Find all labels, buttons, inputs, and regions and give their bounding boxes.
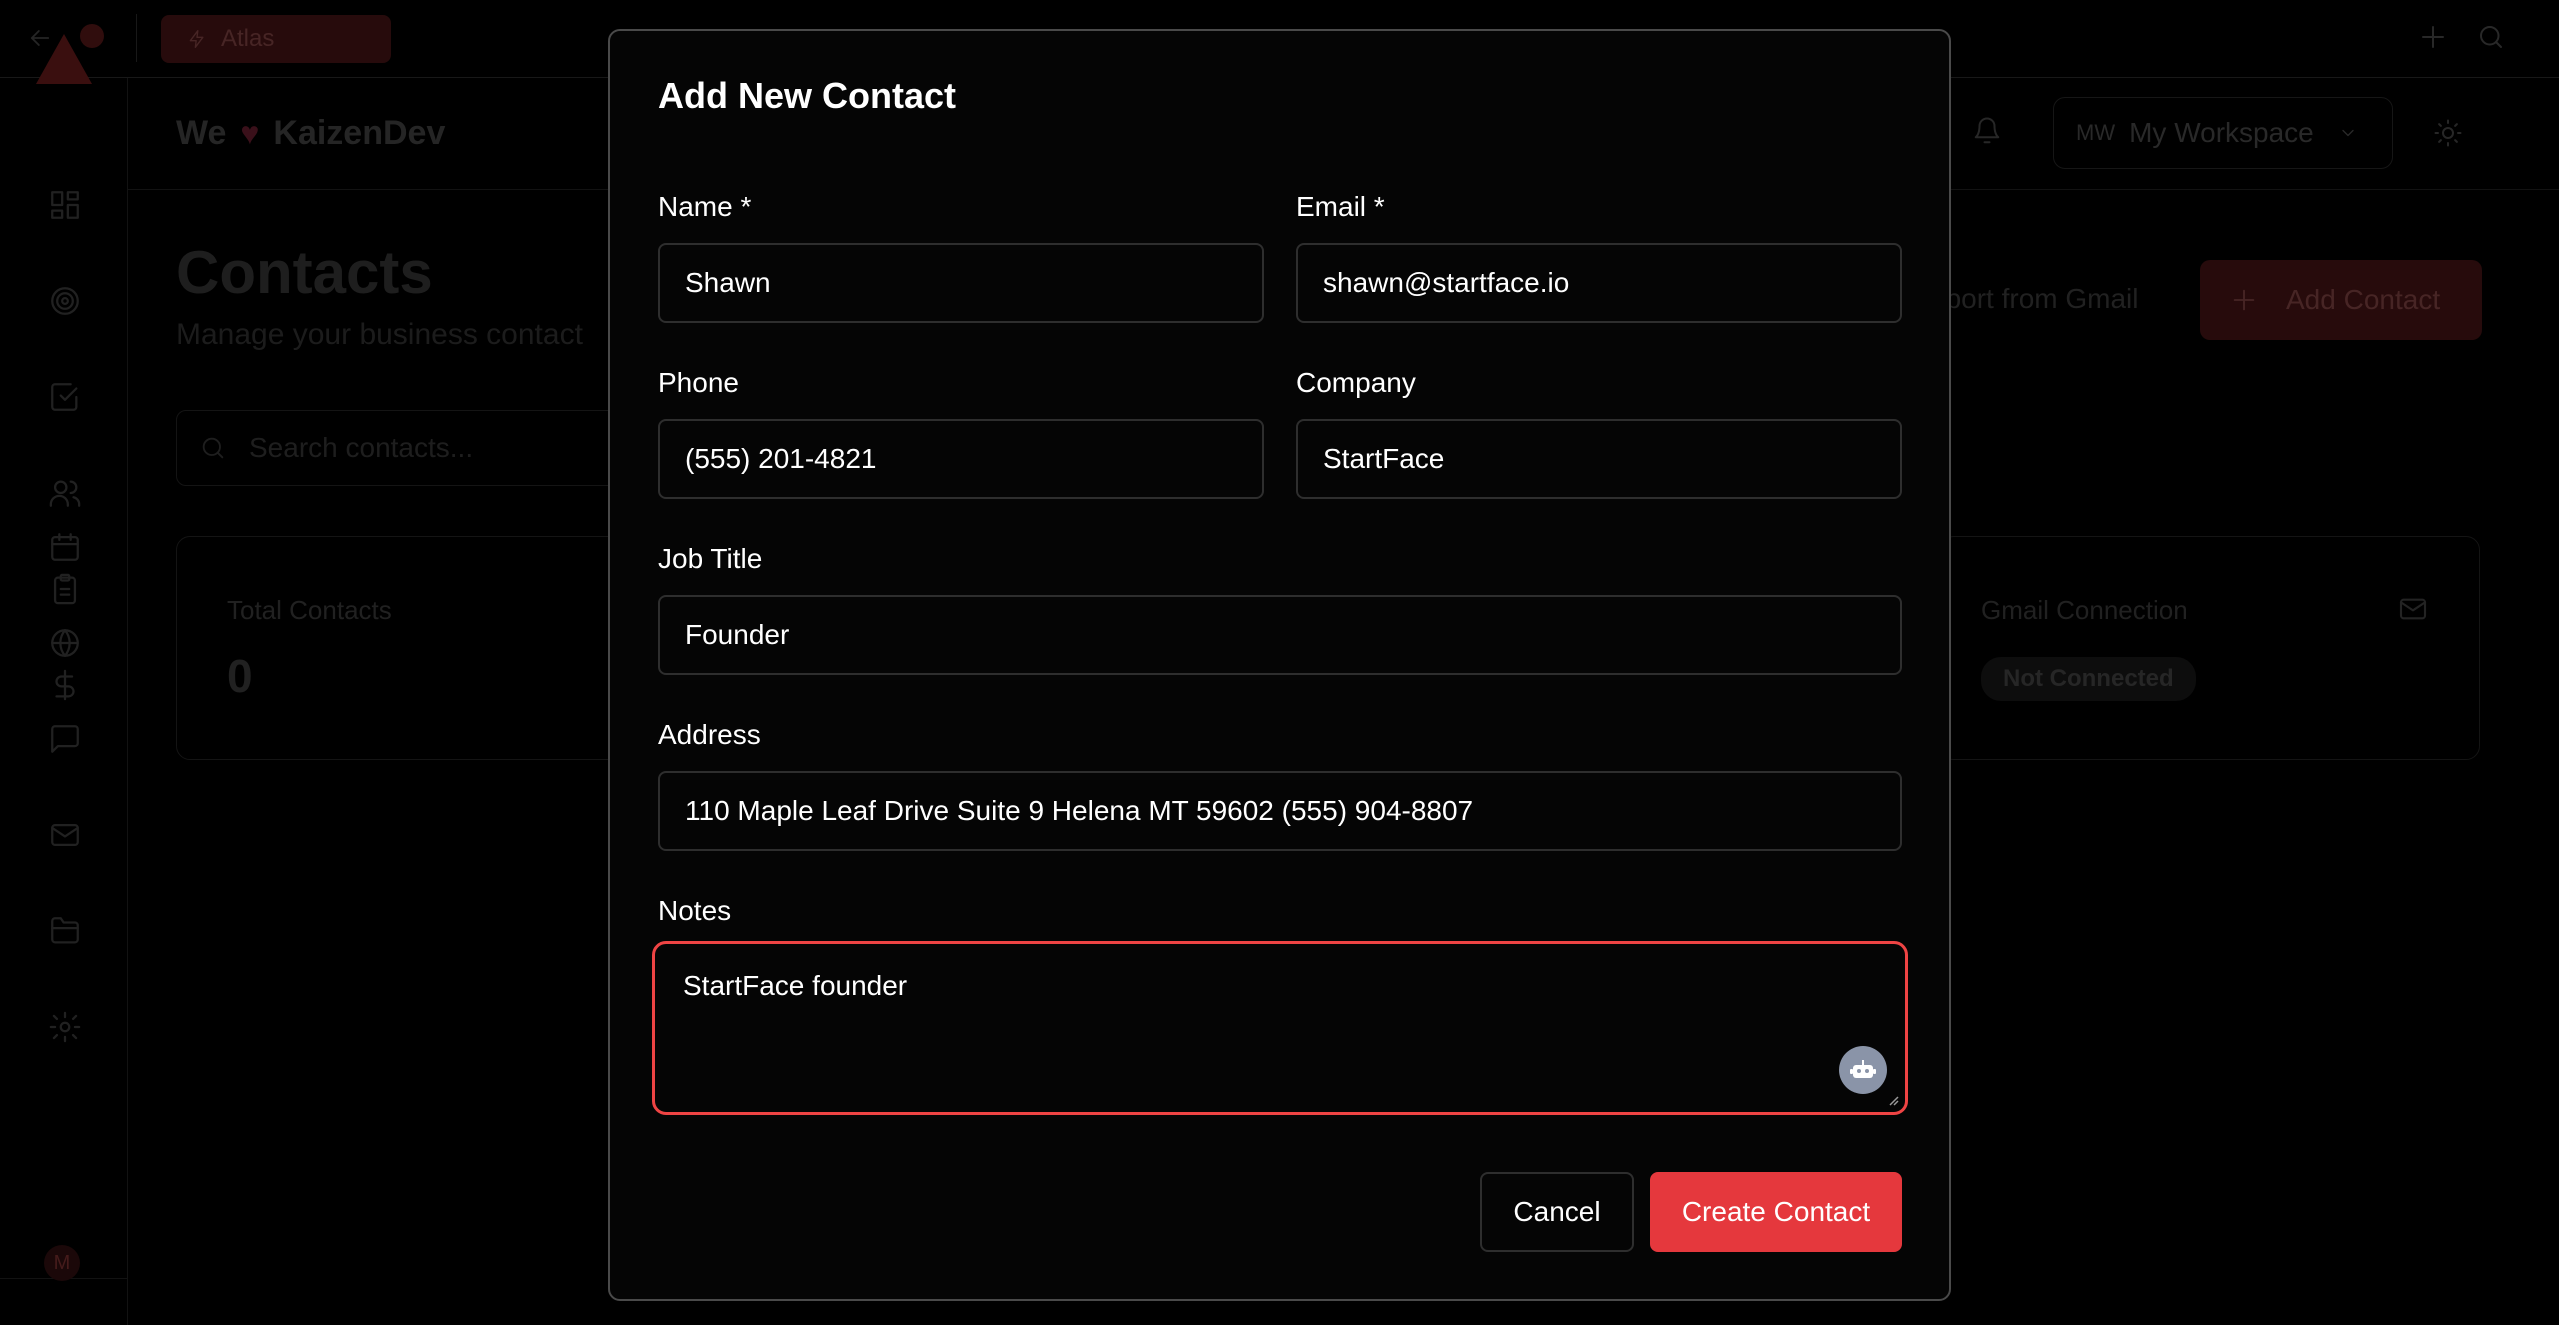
resize-handle-icon[interactable] [1885,1092,1899,1106]
notes-label: Notes [658,895,732,926]
name-label: Name * [658,191,752,222]
company-input[interactable] [1296,419,1902,499]
address-input[interactable] [658,771,1902,851]
email-input[interactable] [1296,243,1902,323]
address-label: Address [658,719,761,750]
job-title-input[interactable] [658,595,1902,675]
ai-assistant-bot-icon[interactable] [1839,1046,1887,1094]
cancel-button[interactable]: Cancel [1480,1172,1634,1252]
dialog-title: Add New Contact [658,75,957,116]
phone-input[interactable] [658,419,1264,499]
add-contact-dialog: Add New Contact Name * Email * Phone Com… [608,29,1951,1301]
name-input[interactable] [658,243,1264,323]
email-label: Email * [1296,191,1385,222]
create-contact-button[interactable]: Create Contact [1650,1172,1902,1252]
job-title-label: Job Title [658,543,763,574]
company-label: Company [1296,367,1416,398]
notes-field: StartFace founder [652,941,1908,1115]
phone-label: Phone [658,367,739,398]
notes-textarea[interactable]: StartFace founder [655,944,1905,1112]
